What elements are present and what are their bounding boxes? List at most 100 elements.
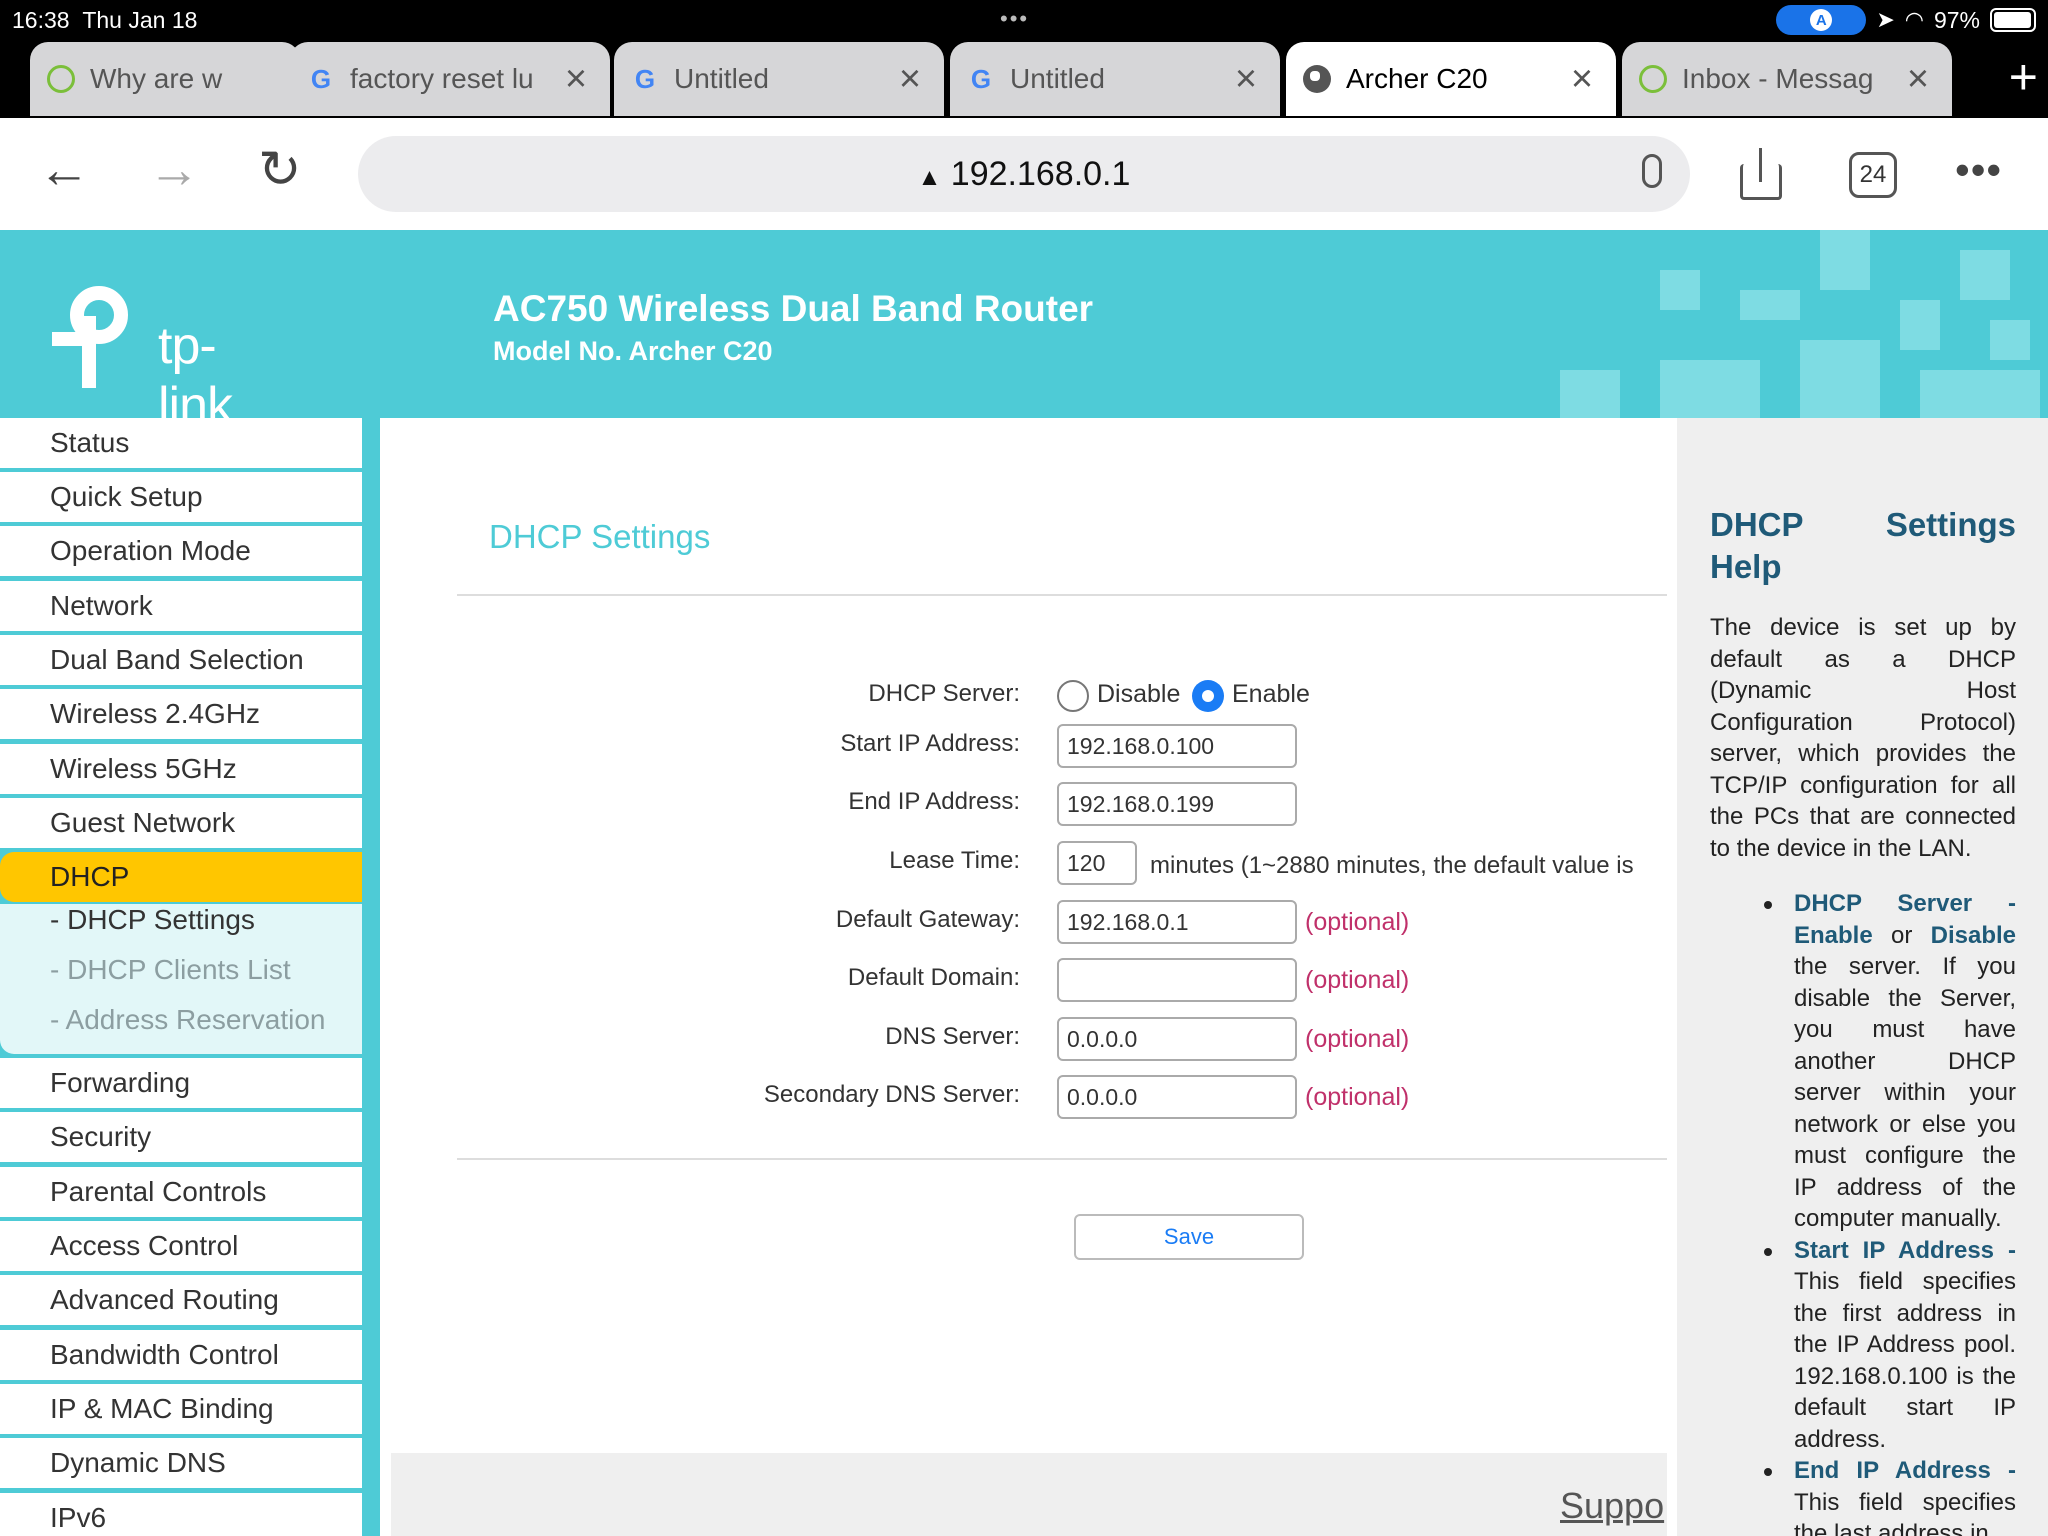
close-tab-icon[interactable]: ×	[1900, 60, 1936, 98]
end-ip-input[interactable]: 192.168.0.199	[1057, 782, 1297, 826]
sidebar-item-dual-band[interactable]: Dual Band Selection	[0, 635, 362, 685]
navigation-indicator-icon: A	[1776, 5, 1867, 35]
sidebar-item-quick-setup[interactable]: Quick Setup	[0, 472, 362, 522]
globe-icon	[1302, 64, 1332, 94]
help-intro: The device is set up by default as a DHC…	[1710, 614, 2016, 862]
multitasking-dots-icon[interactable]: •••	[1000, 6, 1029, 32]
optional-note: (optional)	[1305, 908, 1410, 936]
lease-time-hint: minutes (1~2880 minutes, the default val…	[1150, 852, 1634, 879]
share-icon[interactable]	[1740, 148, 1782, 200]
router-header: tp-link AC750 Wireless Dual Band Router …	[0, 230, 2048, 418]
microphone-icon[interactable]	[1642, 154, 1662, 188]
help-list: DHCP Server - Enable or Disable the serv…	[1710, 888, 2016, 1536]
save-button[interactable]: Save	[1074, 1214, 1304, 1260]
forward-icon[interactable]: →	[148, 144, 200, 196]
google-icon: G	[310, 63, 332, 94]
sidebar-item-status[interactable]: Status	[0, 418, 362, 468]
label-default-domain: Default Domain:	[847, 964, 1020, 991]
default-gateway-input[interactable]: 192.168.0.1	[1057, 900, 1297, 944]
support-link[interactable]: Suppo	[1560, 1485, 1664, 1527]
help-title: DHCP Settings Help	[1710, 504, 2016, 588]
tab-untitled-1[interactable]: G Untitled ×	[614, 42, 944, 116]
footer-bar	[391, 1453, 1667, 1536]
sidebar-item-network[interactable]: Network	[0, 581, 362, 631]
browser-toolbar: ← → ↻ ▲ 192.168.0.1 24 •••	[0, 118, 2048, 230]
tab-untitled-2[interactable]: G Untitled ×	[950, 42, 1280, 116]
reload-icon[interactable]: ↻	[258, 144, 302, 196]
tab-archer-c20[interactable]: Archer C20 ×	[1286, 42, 1616, 116]
tab-bar: Why are w G factory reset lu × G Untitle…	[0, 38, 2048, 118]
help-item-dhcp-server: DHCP Server - Enable or Disable the serv…	[1710, 888, 2016, 1235]
sidebar-item-wireless-24[interactable]: Wireless 2.4GHz	[0, 689, 362, 739]
submenu-dhcp-settings[interactable]: - DHCP Settings	[50, 904, 255, 936]
tab-inbox[interactable]: Inbox - Messag ×	[1622, 42, 1952, 116]
sidebar-menu: Status Quick Setup Operation Mode Networ…	[0, 418, 380, 1536]
radio-enable[interactable]	[1192, 680, 1224, 712]
submenu-dhcp-clients-list[interactable]: - DHCP Clients List	[50, 954, 291, 986]
label-start-ip: Start IP Address:	[840, 730, 1020, 757]
google-icon: G	[970, 63, 992, 94]
router-title: AC750 Wireless Dual Band Router	[493, 288, 1094, 329]
label-dhcp-server: DHCP Server:	[868, 680, 1020, 707]
sidebar-item-advanced-routing[interactable]: Advanced Routing	[0, 1275, 362, 1325]
help-title-word: Settings	[1885, 506, 2016, 543]
tab-why-are[interactable]: Why are w	[30, 42, 300, 116]
router-model: Model No. Archer C20	[493, 336, 773, 366]
label-lease-time: Lease Time:	[889, 847, 1020, 874]
divider	[457, 594, 1667, 596]
not-secure-warning-icon: ▲	[917, 164, 942, 191]
address-bar[interactable]: ▲ 192.168.0.1	[358, 136, 1690, 212]
sidebar-item-forwarding[interactable]: Forwarding	[0, 1058, 362, 1108]
label-default-gateway: Default Gateway:	[835, 906, 1020, 933]
sidebar-item-dhcp[interactable]: DHCP	[0, 852, 362, 902]
sidebar-item-guest-network[interactable]: Guest Network	[0, 798, 362, 848]
label-secondary-dns: Secondary DNS Server:	[763, 1081, 1020, 1108]
sidebar-item-operation-mode[interactable]: Operation Mode	[0, 526, 362, 576]
sidebar-item-bandwidth-control[interactable]: Bandwidth Control	[0, 1330, 362, 1380]
sidebar-item-wireless-5[interactable]: Wireless 5GHz	[0, 744, 362, 794]
tab-title: Archer C20	[1346, 63, 1488, 94]
optional-note: (optional)	[1305, 1083, 1410, 1111]
sidebar-item-parental-controls[interactable]: Parental Controls	[0, 1167, 362, 1217]
label-end-ip: End IP Address:	[848, 788, 1020, 815]
tab-title: Untitled	[1010, 63, 1105, 94]
tab-count-button[interactable]: 24	[1849, 152, 1897, 198]
more-menu-icon[interactable]: •••	[1955, 146, 2002, 194]
start-ip-input[interactable]: 192.168.0.100	[1057, 724, 1297, 768]
tab-title: factory reset lu	[350, 63, 534, 94]
sidebar-item-dynamic-dns[interactable]: Dynamic DNS	[0, 1438, 362, 1488]
label-dns-server: DNS Server:	[885, 1023, 1020, 1050]
close-tab-icon[interactable]: ×	[892, 60, 928, 98]
close-tab-icon[interactable]: ×	[1228, 60, 1264, 98]
location-icon: ➤	[1876, 7, 1895, 32]
main-content: DHCP Settings DHCP Server: Disable Enabl…	[380, 418, 1677, 1536]
default-domain-input[interactable]	[1057, 958, 1297, 1002]
back-icon[interactable]: ←	[38, 144, 90, 196]
sidebar-item-ip-mac-binding[interactable]: IP & MAC Binding	[0, 1384, 362, 1434]
tab-factory-reset[interactable]: G factory reset lu ×	[290, 42, 610, 116]
close-tab-icon[interactable]: ×	[1564, 60, 1600, 98]
url-text: 192.168.0.1	[950, 155, 1131, 193]
lease-time-input[interactable]: 120	[1057, 841, 1137, 885]
dns-server-input[interactable]: 0.0.0.0	[1057, 1017, 1297, 1061]
optional-note: (optional)	[1305, 966, 1410, 994]
tp-link-logo: tp-link	[48, 286, 233, 418]
secondary-dns-input[interactable]: 0.0.0.0	[1057, 1075, 1297, 1119]
sidebar-item-security[interactable]: Security	[0, 1112, 362, 1162]
battery-icon	[1990, 8, 2036, 32]
sidebar-item-ipv6[interactable]: IPv6	[0, 1493, 362, 1536]
page-title: DHCP Settings	[489, 518, 711, 555]
status-bar: 16:38 Thu Jan 18 ••• A ➤ ◠ 97%	[0, 0, 2048, 38]
google-icon: G	[634, 63, 656, 94]
divider	[457, 1158, 1667, 1160]
radio-enable-label: Enable	[1232, 680, 1310, 708]
logo-text: tp-link	[158, 317, 233, 418]
sidebar-item-access-control[interactable]: Access Control	[0, 1221, 362, 1271]
new-tab-icon[interactable]: +	[2009, 52, 2038, 102]
submenu-address-reservation[interactable]: - Address Reservation	[50, 1004, 325, 1036]
close-tab-icon[interactable]: ×	[558, 60, 594, 98]
dhcp-submenu: - DHCP Settings - DHCP Clients List - Ad…	[0, 904, 362, 1054]
optional-note: (optional)	[1305, 1025, 1410, 1053]
help-item-start-ip: Start IP Address - This field specifies …	[1710, 1235, 2016, 1456]
radio-disable[interactable]	[1057, 680, 1089, 712]
